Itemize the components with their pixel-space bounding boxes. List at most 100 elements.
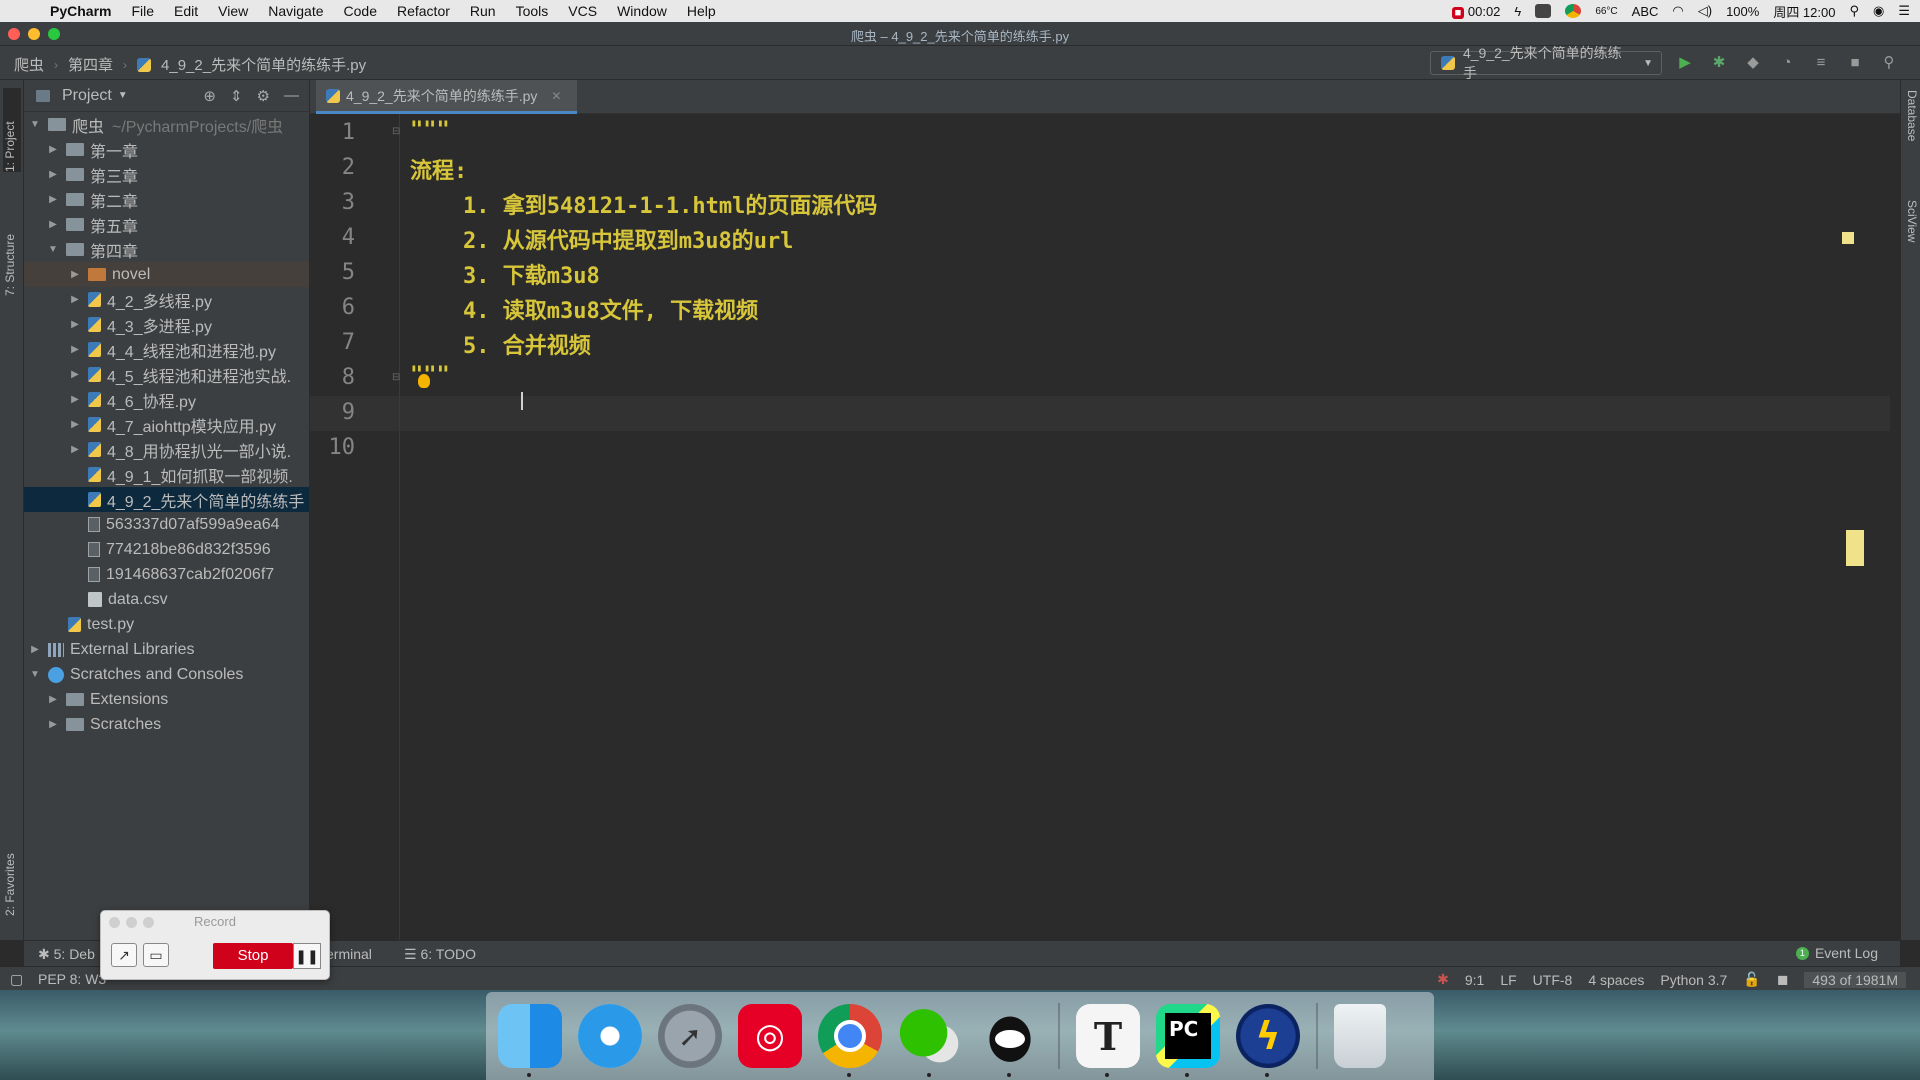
run-icon[interactable]: ▶: [1675, 53, 1695, 73]
code-editor[interactable]: """ 流程: 1. 拿到548121-1-1.html的页面源代码 2. 从源…: [400, 114, 1890, 940]
python-interpreter[interactable]: Python 3.7: [1660, 972, 1727, 988]
tree-item-extensions[interactable]: ▶ Extensions: [24, 687, 309, 712]
chevron-down-icon[interactable]: ▼: [28, 669, 42, 680]
todo-tool-tab[interactable]: ☰ 6: TODO: [404, 946, 476, 963]
chevron-right-icon[interactable]: ▶: [68, 444, 82, 455]
app-menu-pycharm[interactable]: PyCharm: [40, 3, 121, 19]
gear-icon[interactable]: ⚙: [257, 87, 270, 105]
code-line[interactable]: 1. 拿到548121-1-1.html的页面源代码: [410, 188, 877, 220]
lock-icon[interactable]: 🔓: [1743, 971, 1760, 988]
safari-icon[interactable]: [578, 1004, 642, 1068]
tree-item-chapter-4[interactable]: ▼ 第四章: [24, 237, 309, 262]
clock[interactable]: 周四 12:00: [1773, 2, 1835, 21]
tree-item-scratches[interactable]: ▶ Scratches: [24, 712, 309, 737]
chevron-right-icon[interactable]: ▶: [68, 319, 82, 330]
chevron-right-icon[interactable]: ▶: [68, 394, 82, 405]
chevron-right-icon[interactable]: ▶: [68, 269, 82, 280]
tree-item-scratches-and-consoles[interactable]: ▼ Scratches and Consoles: [24, 662, 309, 687]
menu-vcs[interactable]: VCS: [558, 3, 607, 19]
tree-item-file[interactable]: data.csv: [24, 587, 309, 612]
battery-indicator[interactable]: 100%: [1726, 4, 1759, 19]
tree-item-file[interactable]: 4_9_1_如何抓取一部视频.: [24, 462, 309, 487]
code-line[interactable]: 2. 从源代码中提取到m3u8的url: [410, 223, 793, 255]
chevron-right-icon[interactable]: ▶: [46, 219, 60, 230]
pycharm-icon[interactable]: PC: [1156, 1004, 1220, 1077]
wechat-icon[interactable]: [898, 1004, 962, 1077]
qq-penguin-icon[interactable]: [978, 1004, 1042, 1077]
stop-icon[interactable]: ■: [1845, 53, 1865, 73]
code-line[interactable]: 流程:: [410, 153, 467, 185]
breadcrumb-project[interactable]: 爬虫: [14, 54, 44, 75]
inspection-status-icon[interactable]: [1842, 232, 1854, 244]
pause-recording-button[interactable]: ❚❚: [293, 943, 321, 969]
menu-run[interactable]: Run: [460, 3, 506, 19]
spotlight-search-icon[interactable]: ⚲: [1849, 3, 1859, 19]
chevron-right-icon[interactable]: ▶: [28, 644, 42, 655]
input-method-indicator[interactable]: ABC: [1632, 4, 1659, 19]
recording-indicator[interactable]: ■ 00:02: [1451, 4, 1500, 19]
scrollbar-marker[interactable]: [1846, 530, 1864, 566]
chrome-tray-icon[interactable]: [1565, 4, 1582, 18]
tree-item-file[interactable]: ▶ 4_2_多线程.py: [24, 287, 309, 312]
recorder-close-button[interactable]: [109, 917, 120, 928]
editor-tab-active[interactable]: 4_9_2_先来个简单的练练手.py ✕: [316, 80, 578, 114]
project-tool-tab[interactable]: 1: Project: [3, 88, 21, 172]
notification-center-icon[interactable]: ☰: [1898, 3, 1910, 19]
stop-recording-button[interactable]: Stop: [213, 943, 293, 969]
run-configuration-selector[interactable]: 4_9_2_先来个简单的练练手 ▼: [1430, 45, 1662, 81]
tree-item-file[interactable]: ▶ 4_7_aiohttp模块应用.py: [24, 412, 309, 437]
coverage-icon[interactable]: ◆: [1743, 53, 1763, 73]
tree-item-chapter-3[interactable]: ▶ 第三章: [24, 162, 309, 187]
menu-help[interactable]: Help: [677, 3, 726, 19]
structure-tool-tab[interactable]: 7: Structure: [3, 200, 21, 296]
menu-navigate[interactable]: Navigate: [258, 3, 333, 19]
sciview-tool-tab[interactable]: SciView: [1903, 200, 1919, 280]
tree-item-external-libraries[interactable]: ▶ External Libraries: [24, 637, 309, 662]
indent-setting[interactable]: 4 spaces: [1588, 972, 1644, 988]
tree-item-file[interactable]: 563337d07af599a9ea64: [24, 512, 309, 537]
chevron-right-icon[interactable]: ▶: [46, 144, 60, 155]
file-encoding[interactable]: UTF-8: [1533, 972, 1573, 988]
chevron-down-icon[interactable]: ▼: [28, 119, 42, 130]
chevron-down-icon[interactable]: ▼: [118, 90, 128, 101]
finder-icon[interactable]: [498, 1004, 562, 1077]
recorder-minimize-button[interactable]: [126, 917, 137, 928]
menu-file[interactable]: File: [121, 3, 164, 19]
menu-code[interactable]: Code: [334, 3, 387, 19]
concurrency-icon[interactable]: ≡: [1811, 53, 1831, 73]
chevron-right-icon[interactable]: ▶: [46, 694, 60, 705]
code-line[interactable]: """: [410, 363, 450, 388]
chevron-right-icon[interactable]: ▶: [46, 719, 60, 730]
tree-item-novel-folder[interactable]: ▶ novel: [24, 262, 309, 287]
debug-tool-tab[interactable]: ✱ 5: Deb: [38, 946, 95, 963]
tree-item-file[interactable]: ▶ 4_6_协程.py: [24, 387, 309, 412]
tree-item-file[interactable]: ▶ 4_3_多进程.py: [24, 312, 309, 337]
inspector-icon[interactable]: ◼: [1777, 971, 1789, 988]
menu-edit[interactable]: Edit: [164, 3, 208, 19]
memory-indicator[interactable]: 493 of 1981M: [1804, 971, 1906, 988]
recorder-zoom-button[interactable]: [143, 917, 154, 928]
caret-position[interactable]: 9:1: [1465, 972, 1484, 988]
volume-icon[interactable]: ◁): [1698, 3, 1712, 19]
line-separator[interactable]: LF: [1500, 972, 1516, 988]
chevron-right-icon[interactable]: ▶: [68, 419, 82, 430]
chevron-right-icon[interactable]: ▶: [46, 194, 60, 205]
tree-item-file[interactable]: 774218be86d832f3596: [24, 537, 309, 562]
tree-item-chapter-1[interactable]: ▶ 第一章: [24, 137, 309, 162]
typora-icon[interactable]: T: [1076, 1004, 1140, 1077]
bolt-tray-icon[interactable]: ϟ: [1514, 4, 1521, 19]
chevron-right-icon[interactable]: ▶: [68, 344, 82, 355]
terminal-tool-tab[interactable]: erminal: [326, 946, 372, 962]
code-line[interactable]: """: [410, 118, 450, 143]
intention-lightbulb-icon[interactable]: [418, 374, 430, 388]
tree-item-file[interactable]: test.py: [24, 612, 309, 637]
tree-item-chapter-5[interactable]: ▶ 第五章: [24, 212, 309, 237]
error-indicator-icon[interactable]: ✱: [1437, 971, 1449, 988]
favorites-tool-tab[interactable]: 2: Favorites: [3, 820, 21, 916]
chevron-down-icon[interactable]: ▼: [46, 244, 60, 255]
hide-panel-icon[interactable]: —: [284, 87, 299, 105]
project-view-selector[interactable]: Project: [62, 87, 112, 105]
chevron-right-icon[interactable]: ▶: [68, 369, 82, 380]
wifi-icon[interactable]: ◠: [1672, 3, 1683, 19]
recorder-title-bar[interactable]: Record: [101, 911, 329, 933]
